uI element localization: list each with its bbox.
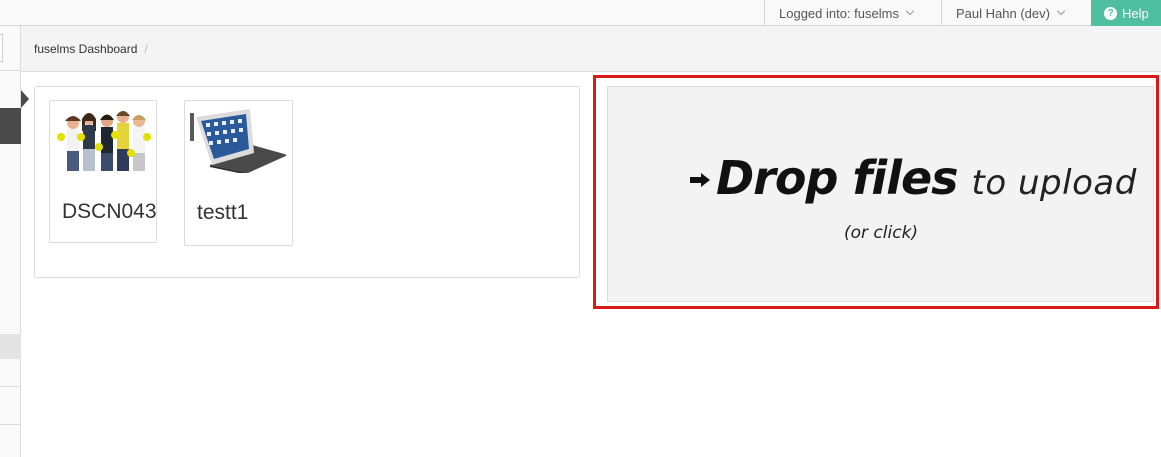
sidebar-toggle[interactable] — [0, 34, 3, 62]
files-panel: DSCN043 testt1 — [34, 86, 580, 278]
group-photo-thumbnail — [55, 107, 151, 173]
breadcrumb: fuselms Dashboard / — [21, 26, 1161, 72]
login-dropdown[interactable]: Logged into: fuselms — [764, 0, 942, 26]
dropzone-subtitle: to upload — [971, 163, 1137, 203]
dropzone-hint: (or click) — [844, 223, 919, 243]
upload-dropzone[interactable]: Drop files to upload (or click) — [607, 86, 1154, 302]
help-button[interactable]: ? Help — [1091, 0, 1161, 26]
arrow-right-icon — [690, 173, 710, 187]
sidebar-item[interactable] — [0, 334, 21, 359]
question-icon: ? — [1104, 6, 1117, 20]
sidebar-item-active[interactable] — [0, 108, 21, 144]
file-tile[interactable]: testt1 — [184, 100, 293, 246]
file-name: testt1 — [197, 201, 249, 224]
breadcrumb-separator: / — [144, 41, 148, 56]
file-tile[interactable]: DSCN043 — [49, 100, 157, 243]
user-label: Paul Hahn (dev) — [956, 5, 1050, 21]
login-label: Logged into: fuselms — [779, 5, 899, 21]
sidebar-divider — [0, 70, 21, 71]
chevron-down-icon — [1056, 6, 1066, 16]
dropzone-title: Drop files — [716, 151, 959, 205]
chevron-down-icon — [905, 6, 915, 16]
dropzone-message: Drop files to upload — [690, 151, 1137, 205]
tablet-photo-thumbnail — [190, 107, 286, 173]
active-pointer-arrow — [21, 90, 29, 108]
help-label: Help — [1122, 5, 1149, 21]
top-navbar: Logged into: fuselms Paul Hahn (dev) ? H… — [0, 0, 1161, 26]
sidebar — [0, 26, 21, 457]
sidebar-divider — [0, 386, 21, 387]
user-dropdown[interactable]: Paul Hahn (dev) — [941, 0, 1091, 26]
sidebar-divider — [0, 424, 21, 425]
breadcrumb-item-dashboard[interactable]: fuselms Dashboard — [34, 42, 137, 56]
file-name: DSCN043 — [62, 200, 157, 223]
